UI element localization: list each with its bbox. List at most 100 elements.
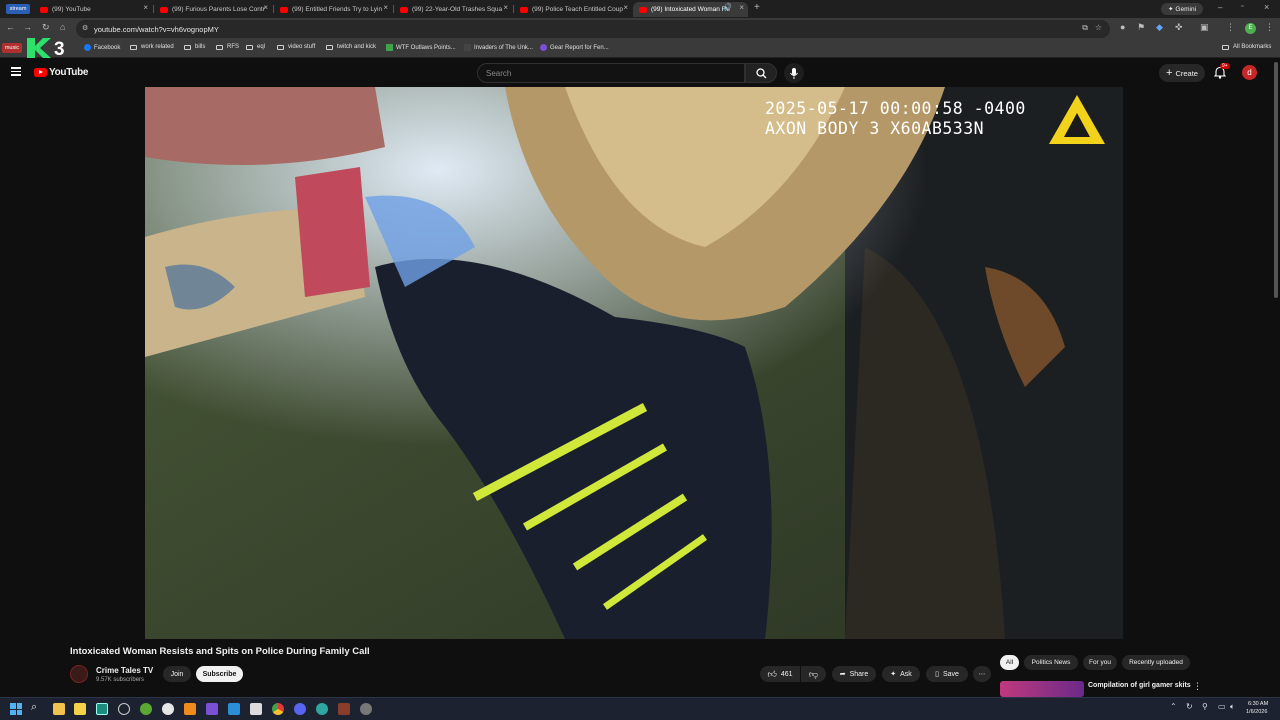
hamburger-menu-icon[interactable]	[11, 67, 21, 76]
close-icon[interactable]: ×	[503, 3, 508, 12]
back-icon[interactable]: ←	[6, 22, 15, 32]
bookmark-eql[interactable]: eql	[246, 44, 265, 50]
chip-recently-uploaded[interactable]: Recently uploaded	[1122, 655, 1190, 670]
page-scrollbar[interactable]	[1274, 62, 1278, 298]
chip-for-you[interactable]: For you	[1083, 655, 1117, 670]
profile-avatar[interactable]: E	[1245, 23, 1256, 34]
start-windows-icon[interactable]	[10, 703, 22, 715]
extension-icon-3[interactable]: ◆	[1156, 22, 1163, 33]
chrome-icon[interactable]	[272, 703, 284, 715]
channel-avatar[interactable]	[70, 665, 88, 683]
bookmark-invaders[interactable]: Invaders of The Unk...	[464, 44, 533, 51]
more-actions-button[interactable]: ⋯	[973, 666, 991, 682]
close-icon[interactable]: ×	[623, 3, 628, 12]
channel-name[interactable]: Crime Tales TV	[96, 666, 153, 675]
network-icon[interactable]: ▭	[1218, 702, 1226, 711]
tab-22-year-old[interactable]: (99) 22-Year-Old Trashes Squa ×	[394, 2, 512, 17]
video-player[interactable]: 2025-05-17 00:00:58 -0400 AXON BODY 3 X6…	[145, 87, 1123, 639]
forward-icon[interactable]: →	[23, 22, 32, 32]
ask-button[interactable]: ✦ Ask	[882, 666, 920, 682]
account-avatar[interactable]: d	[1242, 65, 1257, 80]
close-icon[interactable]: ×	[383, 3, 388, 12]
vlc-icon[interactable]	[184, 703, 196, 715]
site-info-icon[interactable]: ⚙	[82, 24, 88, 32]
share-button[interactable]: ➦ Share	[832, 666, 876, 682]
sticky-notes-icon[interactable]	[74, 703, 86, 715]
folder-icon	[130, 44, 137, 50]
speaker-icon[interactable]: 🔊	[723, 3, 732, 11]
app-icon-8[interactable]	[316, 703, 328, 715]
bookmark-bills[interactable]: bills	[184, 44, 205, 50]
app-icon-1[interactable]	[96, 703, 108, 715]
save-button[interactable]: ▯ Save	[926, 666, 968, 682]
folder-icon	[216, 44, 223, 50]
tab-furious-parents[interactable]: (99) Furious Parents Lose Contr ×	[154, 2, 272, 17]
tray-app-icon[interactable]: ⚲	[1202, 702, 1208, 711]
tray-chevron-icon[interactable]: ⌃	[1170, 702, 1177, 711]
recommendation-thumbnail[interactable]	[1000, 681, 1084, 697]
bookmark-star-icon[interactable]: ☆	[1095, 23, 1102, 32]
window-close-button[interactable]: ×	[1264, 2, 1269, 12]
create-button[interactable]: + Create	[1159, 64, 1205, 82]
clock-time[interactable]: 6:30 AM	[1248, 701, 1268, 707]
close-icon[interactable]: ×	[143, 3, 148, 12]
tab-label: (99) Entitled Friends Try to Lyin	[292, 6, 383, 13]
chip-politics-news[interactable]: Politics News	[1024, 655, 1078, 670]
app-icon-7[interactable]	[294, 703, 306, 715]
app-icon-2[interactable]	[140, 703, 152, 715]
restore-button[interactable]: ▫	[1241, 3, 1243, 10]
app-icon-6[interactable]	[250, 703, 262, 715]
tab-police-teach[interactable]: (99) Police Teach Entitled Coup ×	[514, 2, 632, 17]
notifications-button[interactable]: 9+	[1213, 63, 1230, 80]
search-icon[interactable]: ⌕	[31, 701, 37, 714]
extension-icon-1[interactable]: ●	[1120, 22, 1125, 32]
file-explorer-icon[interactable]	[53, 703, 65, 715]
tray-app-icon[interactable]: ↻	[1186, 702, 1193, 711]
tab-youtube[interactable]: (99) YouTube ×	[34, 2, 152, 17]
bookmark-rfs[interactable]: RFS	[216, 44, 239, 50]
bookmark-facebook[interactable]: Facebook	[84, 44, 120, 51]
tab-intoxicated-woman[interactable]: (99) Intoxicated Woman Re 🔊 ×	[633, 2, 748, 17]
sidepanel-icon[interactable]: ▣	[1200, 22, 1209, 33]
close-icon[interactable]: ×	[263, 3, 268, 12]
browser-menu-icon[interactable]: ⋮	[1265, 22, 1274, 33]
search-input[interactable]: Search	[477, 63, 745, 83]
clock-date[interactable]: 1/6/2026	[1246, 709, 1267, 715]
app-icon-10[interactable]	[360, 703, 372, 715]
recommendation-title[interactable]: Compilation of girl gamer skits	[1088, 682, 1191, 689]
bookmark-video-stuff[interactable]: video stuff	[277, 44, 315, 50]
minimize-button[interactable]: –	[1218, 3, 1222, 12]
new-tab-button[interactable]: +	[754, 2, 760, 13]
volume-icon[interactable]: 🔈︎	[1230, 702, 1235, 712]
join-button[interactable]: Join	[163, 666, 191, 682]
app-icon-4[interactable]	[206, 703, 218, 715]
app-icon-9[interactable]	[338, 703, 350, 715]
bookmark-wtf-outlaws[interactable]: WTF Outlaws Points...	[386, 44, 456, 51]
bookmark-twitch-and-kick[interactable]: twitch and kick	[326, 44, 376, 50]
reload-icon[interactable]: ↻	[42, 22, 50, 33]
bookmark-music[interactable]: music	[2, 43, 22, 53]
gemini-button[interactable]: ✦ Gemini	[1161, 3, 1203, 15]
all-bookmarks[interactable]: All Bookmarks	[1222, 44, 1271, 50]
tab-entitled-friends[interactable]: (99) Entitled Friends Try to Lyin ×	[274, 2, 392, 17]
search-button[interactable]	[745, 63, 777, 83]
settings-icon[interactable]	[118, 703, 130, 715]
voice-search-button[interactable]	[784, 63, 804, 83]
home-icon[interactable]: ⌂	[60, 22, 65, 32]
bookmark-work-related[interactable]: work related	[130, 44, 174, 50]
extension-icon-2[interactable]: ⚑	[1137, 22, 1145, 33]
address-bar[interactable]: ⚙ youtube.com/watch?v=vh6vognopMY ⧉ ☆	[76, 20, 1110, 38]
app-icon-5[interactable]	[228, 703, 240, 715]
subscribe-button[interactable]: Subscribe	[196, 666, 243, 682]
youtube-logo[interactable]: YouTube	[34, 67, 89, 78]
recommendation-menu-icon[interactable]: ⋮	[1193, 681, 1202, 692]
close-icon[interactable]: ×	[739, 3, 744, 12]
chip-all[interactable]: All	[1000, 655, 1019, 670]
like-button[interactable]: 👍︎ 461	[760, 666, 800, 682]
extensions-puzzle-icon[interactable]: ✜	[1175, 22, 1183, 33]
tab-stream-tag[interactable]: stream	[6, 4, 30, 14]
app-icon-3[interactable]	[162, 703, 174, 715]
dislike-button[interactable]: 👎︎	[801, 666, 826, 682]
install-icon[interactable]: ⧉	[1082, 23, 1088, 33]
bookmark-gear-report[interactable]: Gear Report for Fen...	[540, 44, 609, 51]
